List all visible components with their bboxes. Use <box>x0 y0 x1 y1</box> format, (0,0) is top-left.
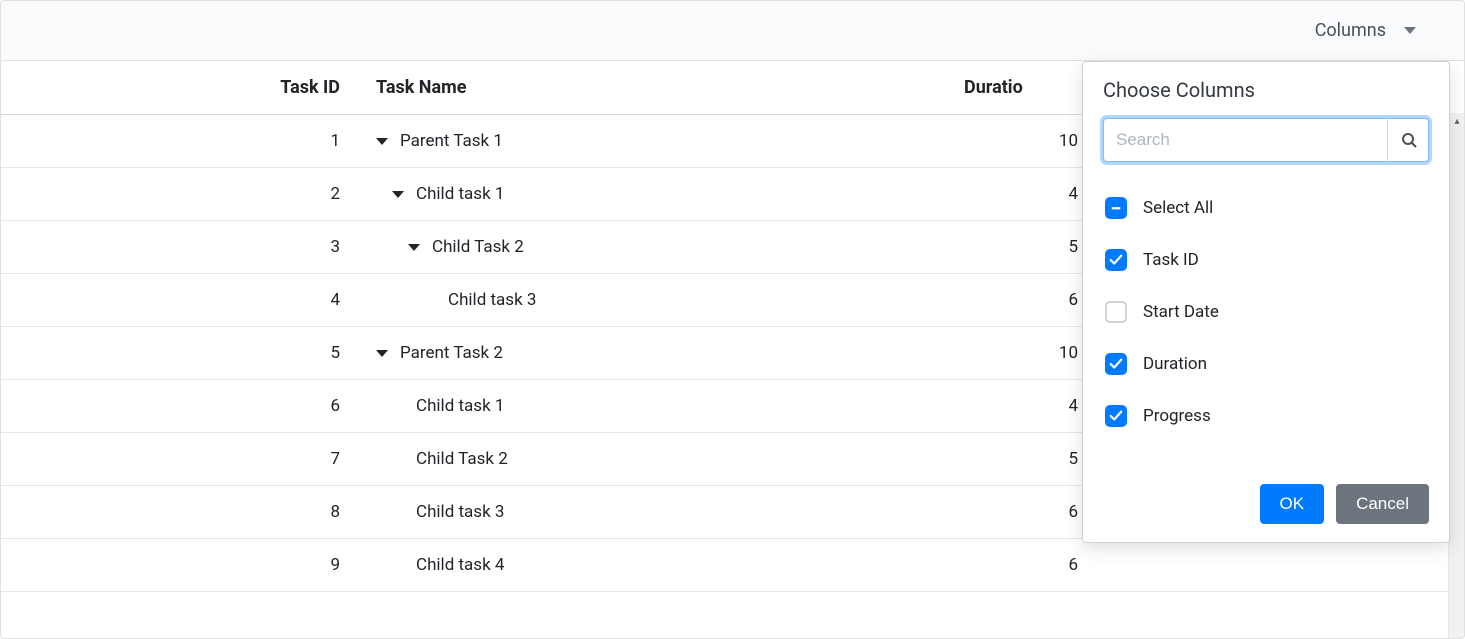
task-name-text: Child task 1 <box>416 396 504 416</box>
column-option[interactable]: Select All <box>1103 182 1429 234</box>
header-duration[interactable]: Duratio <box>964 77 1094 98</box>
column-option-label: Task ID <box>1143 250 1199 270</box>
expand-collapse-icon[interactable] <box>392 191 404 198</box>
cell-task-name: Child task 3 <box>356 290 964 310</box>
task-name-text: Child task 3 <box>448 290 536 310</box>
table-row[interactable]: 9 Child task 4 6 <box>1 539 1464 592</box>
cell-duration: 5 <box>964 449 1094 469</box>
column-option-label: Select All <box>1143 198 1213 218</box>
task-name-text: Parent Task 2 <box>400 343 503 363</box>
cell-task-name: Child Task 2 <box>356 237 964 257</box>
vertical-scrollbar[interactable]: ▴ <box>1448 113 1464 638</box>
task-name-text: Child Task 2 <box>416 449 508 469</box>
expand-collapse-icon[interactable] <box>376 138 388 145</box>
cell-duration: 5 <box>964 237 1094 257</box>
search-wrapper <box>1103 118 1429 162</box>
cell-duration: 6 <box>964 555 1094 575</box>
cell-task-name: Child Task 2 <box>356 449 964 469</box>
app-root: Columns Task ID Task Name Duratio 1 Paren… <box>0 0 1465 639</box>
checkbox[interactable] <box>1105 353 1127 375</box>
column-list[interactable]: Select All Task ID Start Date Duration Progr… <box>1103 176 1429 466</box>
column-option[interactable]: Task ID <box>1103 234 1429 286</box>
column-option[interactable]: Progress <box>1103 390 1429 442</box>
cell-duration: 10 <box>964 131 1094 151</box>
columns-dropdown-button[interactable]: Columns <box>1315 20 1416 41</box>
header-task-id[interactable]: Task ID <box>1 77 356 98</box>
task-name-text: Child task 1 <box>416 184 504 204</box>
search-input[interactable] <box>1103 118 1429 162</box>
cell-task-id: 2 <box>1 184 356 204</box>
cell-task-id: 9 <box>1 555 356 575</box>
cell-task-name: Parent Task 1 <box>356 131 964 151</box>
cell-task-name: Child task 1 <box>356 396 964 416</box>
cell-duration: 6 <box>964 290 1094 310</box>
cell-task-id: 6 <box>1 396 356 416</box>
cell-task-id: 1 <box>1 131 356 151</box>
column-option-label: Start Date <box>1143 302 1219 322</box>
column-chooser-dialog: Choose Columns Select All Task ID Start Da… <box>1082 61 1450 543</box>
task-name-text: Child Task 2 <box>432 237 524 257</box>
ok-button[interactable]: OK <box>1260 484 1325 524</box>
cell-task-name: Child task 4 <box>356 555 964 575</box>
dialog-title: Choose Columns <box>1103 78 1429 102</box>
cell-duration: 4 <box>964 396 1094 416</box>
cell-task-name: Child task 3 <box>356 502 964 522</box>
toolbar: Columns <box>1 1 1464 61</box>
cell-duration: 4 <box>964 184 1094 204</box>
cell-task-id: 4 <box>1 290 356 310</box>
expand-collapse-icon[interactable] <box>408 244 420 251</box>
cell-task-name: Parent Task 2 <box>356 343 964 363</box>
checkbox[interactable] <box>1105 197 1127 219</box>
columns-label: Columns <box>1315 20 1386 41</box>
cell-task-id: 7 <box>1 449 356 469</box>
checkbox[interactable] <box>1105 249 1127 271</box>
cell-duration: 10 <box>964 343 1094 363</box>
search-icon[interactable] <box>1387 118 1429 162</box>
dialog-actions: OK Cancel <box>1103 484 1429 524</box>
task-name-text: Child task 3 <box>416 502 504 522</box>
cell-task-id: 8 <box>1 502 356 522</box>
cell-task-id: 5 <box>1 343 356 363</box>
column-option[interactable]: Start Date <box>1103 286 1429 338</box>
cancel-button[interactable]: Cancel <box>1336 484 1429 524</box>
column-option-label: Progress <box>1143 406 1211 426</box>
header-task-name[interactable]: Task Name <box>356 77 964 98</box>
column-option[interactable]: Duration <box>1103 338 1429 390</box>
checkbox[interactable] <box>1105 301 1127 323</box>
cell-duration: 6 <box>964 502 1094 522</box>
expand-collapse-icon[interactable] <box>376 350 388 357</box>
cell-task-name: Child task 1 <box>356 184 964 204</box>
column-option-label: Duration <box>1143 354 1207 374</box>
checkbox[interactable] <box>1105 405 1127 427</box>
task-name-text: Parent Task 1 <box>400 131 503 151</box>
scroll-up-icon: ▴ <box>1449 113 1465 129</box>
cell-task-id: 3 <box>1 237 356 257</box>
chevron-down-icon <box>1404 27 1416 34</box>
task-name-text: Child task 4 <box>416 555 504 575</box>
